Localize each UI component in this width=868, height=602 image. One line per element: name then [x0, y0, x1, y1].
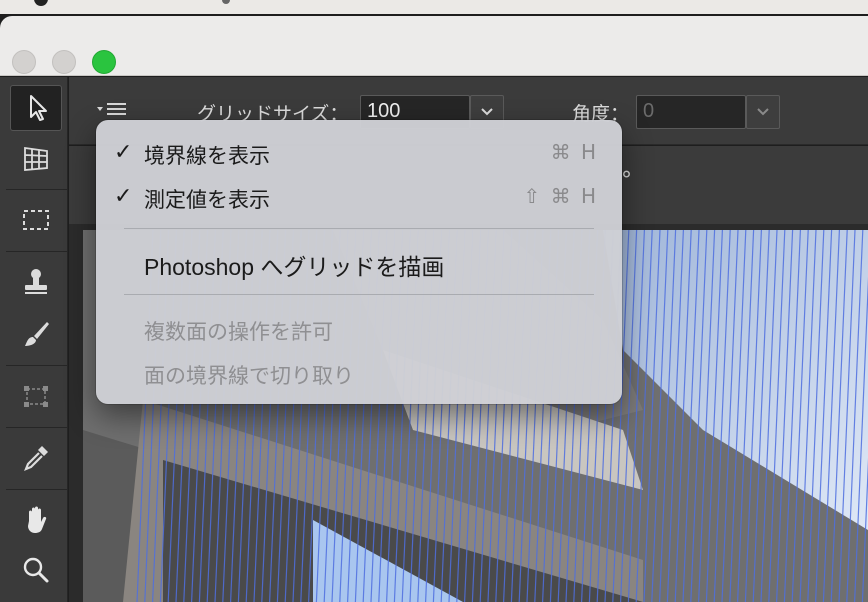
brush-tool-button[interactable]: [10, 311, 62, 357]
system-menubar: [0, 0, 868, 14]
stamp-tool-button[interactable]: [10, 259, 62, 305]
menu-item-show-borders[interactable]: ✓ 境界線を表示 ⌘ H: [96, 132, 622, 172]
menu-item-allow-multiple-planes: 複数面の操作を許可: [96, 308, 622, 348]
zoom-tool-button[interactable]: [10, 547, 62, 593]
window-titlebar: [0, 16, 868, 76]
minimize-window-button[interactable]: [52, 50, 76, 74]
menu-item-shortcut: ⇧ ⌘ H: [523, 184, 598, 208]
checkmark-icon: ✓: [114, 184, 133, 209]
transform-tool-button[interactable]: [10, 373, 62, 419]
angle-field[interactable]: 0: [636, 95, 746, 129]
menu-item-shortcut: ⌘ H: [550, 140, 598, 164]
tool-palette: [0, 77, 68, 602]
options-menu-button[interactable]: [95, 99, 129, 121]
hand-tool-button[interactable]: [10, 497, 62, 543]
transform-box-icon: [24, 386, 48, 407]
menu-item-render-grid[interactable]: Photoshop へグリッドを描画: [96, 242, 622, 282]
chevron-down-icon: [757, 108, 769, 116]
menu-separator: [124, 228, 594, 229]
zoom-window-button[interactable]: [92, 50, 116, 74]
apple-logo-icon[interactable]: [34, 0, 48, 6]
options-dropdown-menu: ✓ 境界線を表示 ⌘ H ✓ 測定値を表示 ⇧ ⌘ H Photoshop へグ…: [96, 120, 622, 404]
magnifier-icon: [23, 557, 49, 583]
menu-item-label: 面の境界線で切り取り: [144, 364, 354, 388]
menubar-item[interactable]: [222, 0, 230, 4]
eyedropper-tool-button[interactable]: [10, 435, 62, 481]
stamp-icon: [25, 269, 47, 294]
menu-item-show-measurements[interactable]: ✓ 測定値を表示 ⇧ ⌘ H: [96, 176, 622, 216]
marquee-tool-button[interactable]: [10, 197, 62, 243]
menu-item-label: Photoshop へグリッドを描画: [144, 254, 445, 280]
move-tool-button[interactable]: [10, 85, 62, 131]
hand-icon: [28, 506, 47, 533]
eyedropper-icon: [24, 446, 48, 471]
chevron-down-icon: [481, 108, 493, 116]
perspective-grid-tool-button[interactable]: [10, 135, 62, 181]
perspective-grid-icon: [24, 146, 48, 171]
hamburger-menu-icon: [97, 103, 126, 115]
brush-icon: [25, 322, 49, 346]
menu-item-label: 測定値を表示: [144, 188, 270, 212]
menu-item-label: 境界線を表示: [144, 144, 270, 168]
dashed-rectangle-icon: [23, 210, 49, 230]
menu-separator: [124, 294, 594, 295]
menu-item-clip-at-plane-edges: 面の境界線で切り取り: [96, 352, 622, 392]
menu-item-label: 複数面の操作を許可: [144, 320, 333, 344]
degree-symbol: °: [621, 168, 632, 193]
checkmark-icon: ✓: [114, 140, 133, 165]
arrow-cursor-icon: [30, 95, 47, 121]
angle-dropdown-button[interactable]: [746, 95, 780, 129]
close-window-button[interactable]: [12, 50, 36, 74]
